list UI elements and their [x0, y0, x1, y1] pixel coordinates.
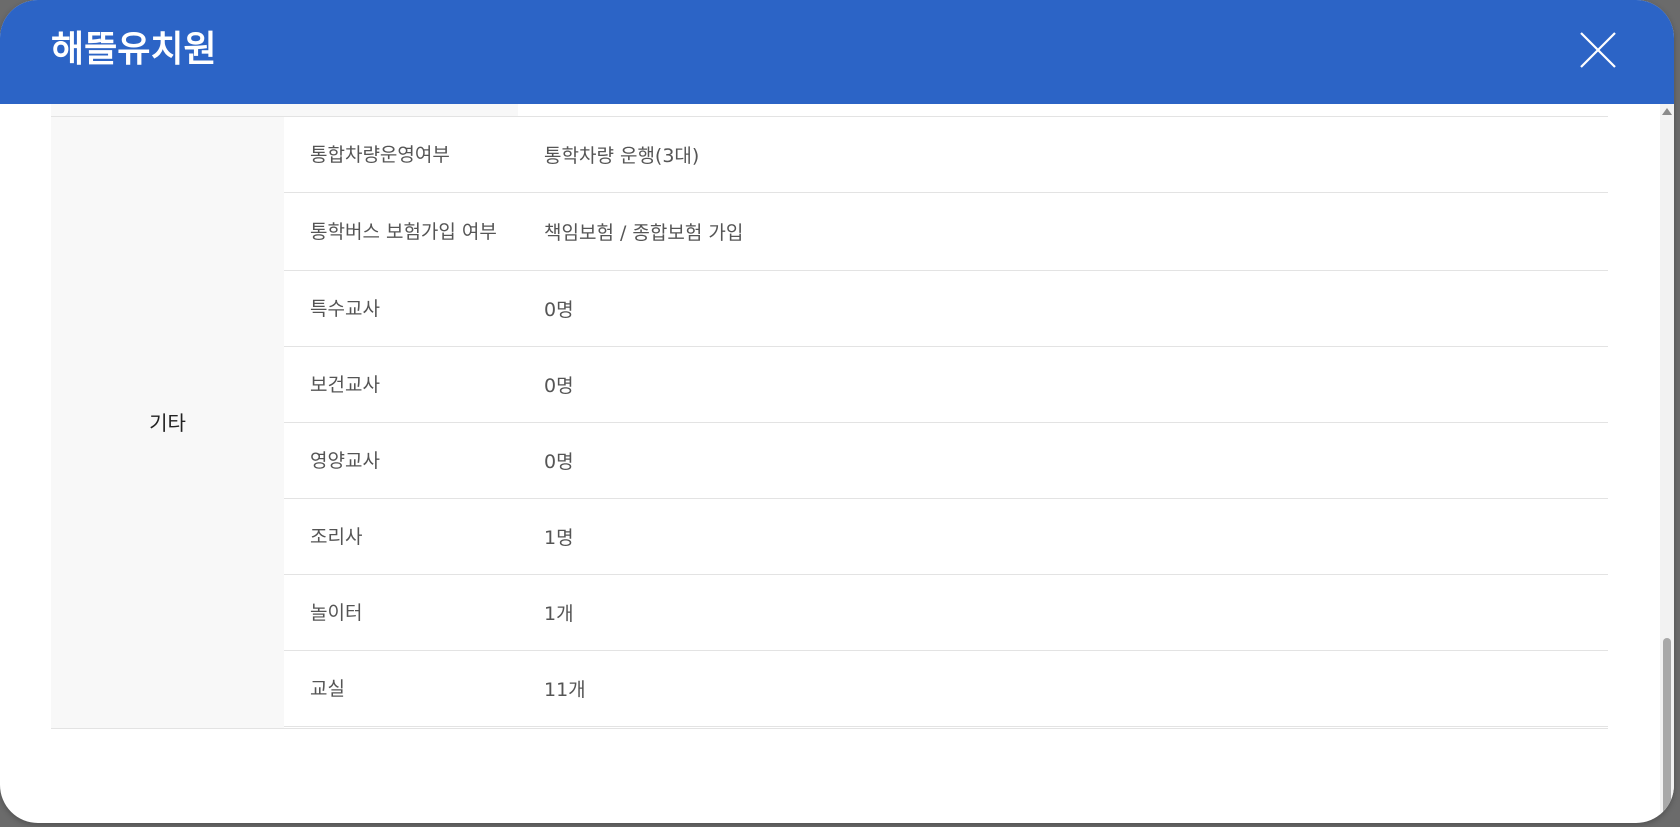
row-label: 보건교사	[310, 373, 380, 396]
table-row: 놀이터 1개	[284, 575, 1608, 651]
row-label: 놀이터	[310, 601, 363, 624]
row-label: 통학버스 보험가입 여부	[310, 220, 497, 243]
table-row: 교실 11개	[284, 651, 1608, 727]
group-label: 기타	[149, 411, 186, 435]
row-value: 0명	[544, 299, 574, 321]
row-value: 1명	[544, 527, 574, 549]
close-icon	[1580, 32, 1616, 68]
scrollbar-thumb[interactable]	[1663, 638, 1671, 823]
divider	[51, 728, 1608, 729]
modal-body[interactable]: 기타 통합차량운영여부 통학차량 운행(3대) 통학버스 보험가입 여부 책임보…	[0, 104, 1660, 823]
previous-section-bottom	[51, 104, 518, 116]
modal-header: 해뜰유치원	[0, 0, 1674, 104]
row-value: 1개	[544, 603, 574, 625]
row-label: 교실	[310, 677, 345, 700]
kindergarten-detail-modal: 해뜰유치원 기타 통합차량운영여부 통학차량 운행(3대) 통학버스 보험가입 …	[0, 0, 1674, 823]
row-value: 0명	[544, 375, 574, 397]
table-row: 통합차량운영여부 통학차량 운행(3대)	[284, 117, 1608, 193]
vertical-scrollbar[interactable]	[1660, 104, 1674, 823]
row-label: 통합차량운영여부	[310, 143, 450, 166]
row-value: 11개	[544, 679, 586, 701]
table-row: 통학버스 보험가입 여부 책임보험 / 종합보험 가입	[284, 193, 1608, 271]
row-label: 조리사	[310, 525, 363, 548]
table-row: 영양교사 0명	[284, 423, 1608, 499]
row-label: 영양교사	[310, 449, 380, 472]
table-row: 조리사 1명	[284, 499, 1608, 575]
row-value: 0명	[544, 451, 574, 473]
group-header-cell: 기타	[51, 117, 284, 728]
scroll-up-arrow-icon[interactable]	[1662, 108, 1672, 115]
row-value: 통학차량 운행(3대)	[544, 145, 700, 167]
close-button[interactable]	[1578, 30, 1618, 70]
info-table: 통합차량운영여부 통학차량 운행(3대) 통학버스 보험가입 여부 책임보험 /…	[284, 117, 1608, 727]
table-row: 보건교사 0명	[284, 347, 1608, 423]
table-row: 특수교사 0명	[284, 271, 1608, 347]
row-label: 특수교사	[310, 297, 380, 320]
row-value: 책임보험 / 종합보험 가입	[544, 222, 744, 244]
modal-title: 해뜰유치원	[51, 29, 217, 70]
